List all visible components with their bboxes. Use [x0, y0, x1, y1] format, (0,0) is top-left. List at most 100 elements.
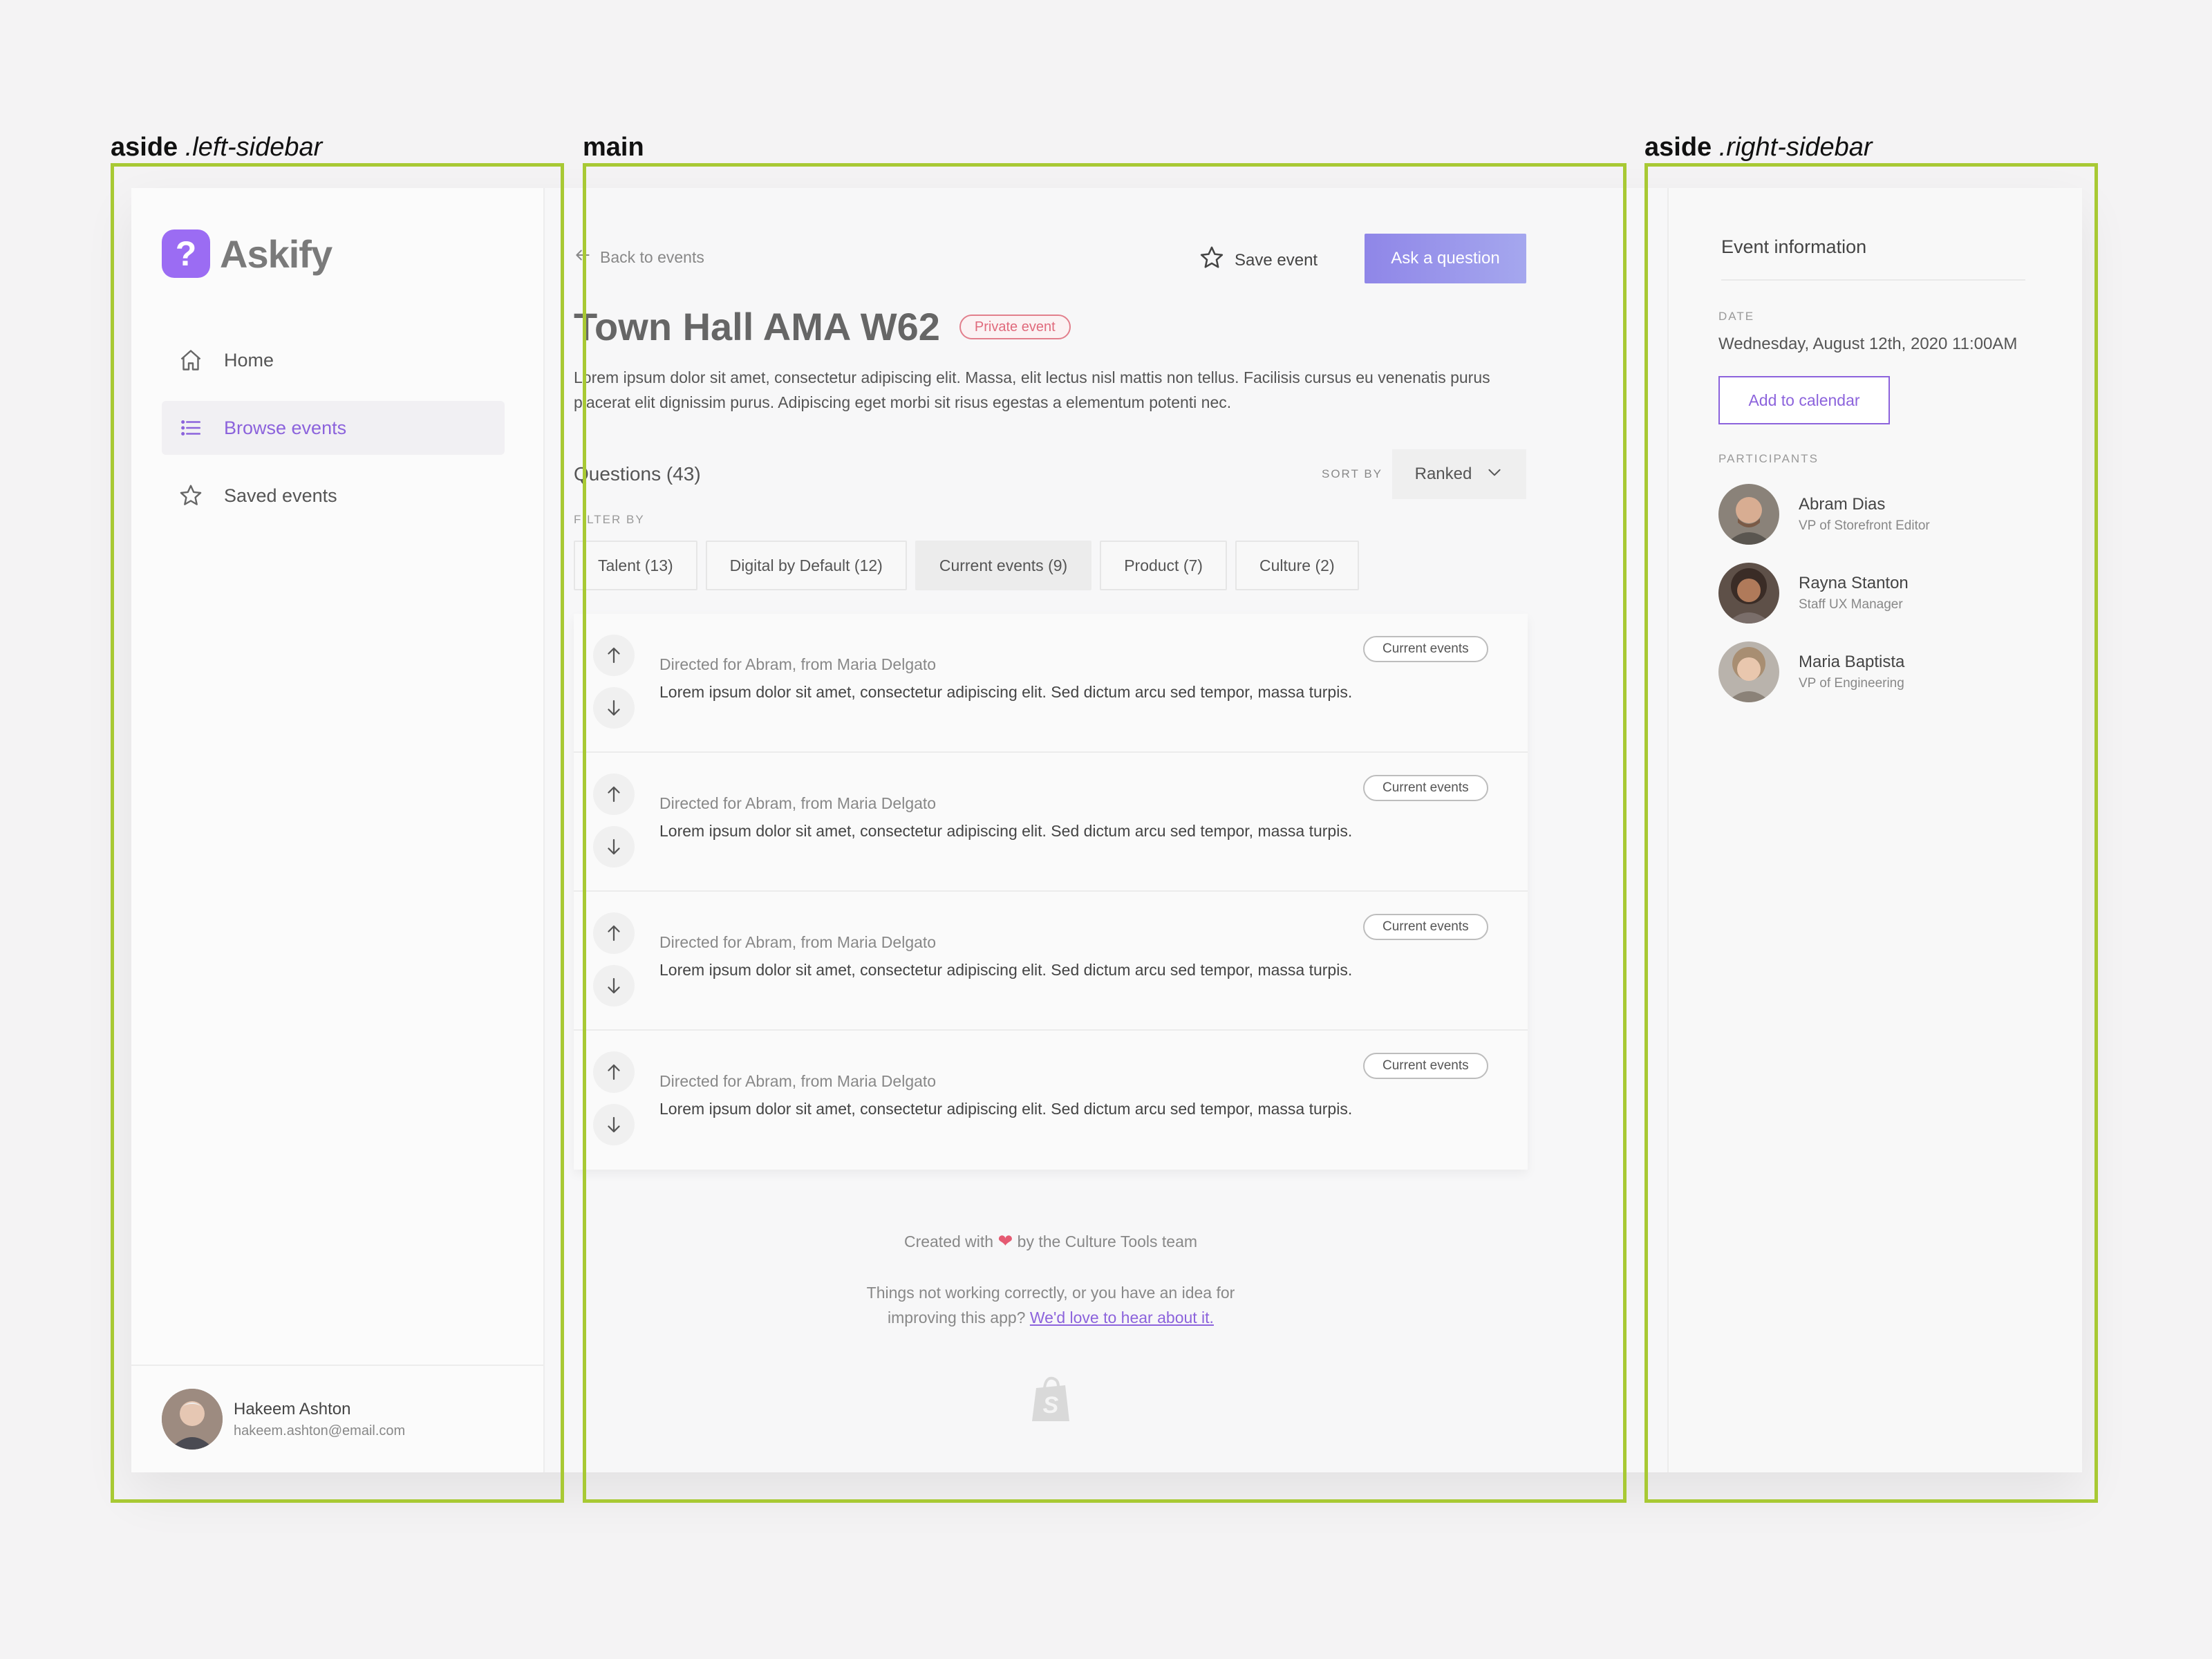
- arrow-down-icon: [608, 700, 620, 716]
- question-meta: Directed for Abram, from Maria Delgato: [659, 655, 937, 673]
- question-item: Directed for Abram, from Maria Delgato L…: [574, 614, 1528, 753]
- footer-credit-pre: Created with: [903, 1232, 994, 1250]
- sidebar-item-label: Saved events: [224, 485, 337, 506]
- sidebar-item-label: Browse events: [224, 417, 347, 438]
- downvote-button[interactable]: [593, 826, 635, 868]
- arrow-up-icon: [608, 925, 620, 941]
- divider: [1721, 279, 2025, 281]
- sort-select[interactable]: Ranked: [1392, 449, 1526, 499]
- participant-role: VP of Storefront Editor: [1799, 518, 1930, 533]
- questions-list: Directed for Abram, from Maria Delgato L…: [574, 614, 1528, 1170]
- question-text: Lorem ipsum dolor sit amet, consectetur …: [659, 683, 1353, 701]
- annotation-label-main: main: [583, 133, 644, 162]
- page-title: Town Hall AMA W62: [574, 305, 940, 348]
- filter-label: FILTER BY: [574, 513, 645, 526]
- add-to-calendar-button[interactable]: Add to calendar: [1718, 376, 1890, 424]
- question-meta: Directed for Abram, from Maria Delgato: [659, 1072, 937, 1090]
- arrow-left-icon: [574, 246, 592, 268]
- topbar: Back to events Save event Ask a question: [574, 234, 1528, 283]
- avatar: [1718, 641, 1779, 702]
- participant-item: Maria Baptista VP of Engineering: [1718, 641, 1904, 702]
- avatar: [162, 1389, 223, 1450]
- home-icon: [177, 346, 205, 374]
- arrow-down-icon: [608, 838, 620, 855]
- list-icon: [177, 414, 205, 442]
- arrow-up-icon: [608, 1064, 620, 1080]
- back-label: Back to events: [600, 247, 704, 266]
- heart-icon: ❤: [997, 1230, 1013, 1251]
- annotation-label-left-sidebar: aside .left-sidebar: [111, 133, 323, 162]
- svg-text:S: S: [1043, 1392, 1059, 1418]
- participant-name: Maria Baptista: [1799, 653, 1905, 671]
- sort-value: Ranked: [1414, 465, 1472, 483]
- sidebar-item-saved-events[interactable]: Saved events: [162, 469, 505, 523]
- chevron-down-icon: [1485, 463, 1503, 486]
- questions-count: Questions (43): [574, 463, 701, 485]
- filter-chip-digital-by-default[interactable]: Digital by Default (12): [705, 541, 907, 590]
- save-event-button[interactable]: Save event: [1199, 245, 1318, 276]
- question-tag[interactable]: Current events: [1363, 636, 1488, 662]
- avatar: [1718, 563, 1779, 624]
- participant-name: Abram Dias: [1799, 495, 1886, 514]
- main-content: Back to events Save event Ask a question…: [574, 188, 1590, 1472]
- filter-chip-culture[interactable]: Culture (2): [1235, 541, 1359, 590]
- sidebar-nav: Home Browse events Saved events: [162, 333, 505, 536]
- question-text: Lorem ipsum dolor sit amet, consectetur …: [659, 822, 1353, 840]
- footer-feedback: Things not working correctly, or you hav…: [574, 1280, 1528, 1330]
- right-sidebar: Event information DATE Wednesday, August…: [1667, 188, 2082, 1472]
- question-text: Lorem ipsum dolor sit amet, consectetur …: [659, 961, 1353, 979]
- upvote-button[interactable]: [593, 912, 635, 954]
- save-event-label: Save event: [1235, 250, 1318, 270]
- participant-item: Rayna Stanton Staff UX Manager: [1718, 563, 1909, 624]
- filter-chips: Talent (13) Digital by Default (12) Curr…: [574, 541, 1367, 590]
- brand-mark-icon: ?: [162, 229, 210, 278]
- sidebar-item-home[interactable]: Home: [162, 333, 505, 387]
- question-tag[interactable]: Current events: [1363, 1053, 1488, 1079]
- user-card[interactable]: Hakeem Ashton hakeem.ashton@email.com: [131, 1365, 543, 1472]
- downvote-button[interactable]: [593, 687, 635, 729]
- sidebar-item-label: Home: [224, 349, 274, 371]
- question-item: Directed for Abram, from Maria Delgato L…: [574, 1031, 1528, 1170]
- question-item: Directed for Abram, from Maria Delgato L…: [574, 892, 1528, 1031]
- upvote-button[interactable]: [593, 635, 635, 676]
- question-meta: Directed for Abram, from Maria Delgato: [659, 933, 937, 951]
- participant-role: Staff UX Manager: [1799, 597, 1903, 612]
- arrow-up-icon: [608, 786, 620, 803]
- question-meta: Directed for Abram, from Maria Delgato: [659, 794, 937, 812]
- brand-name: Askify: [220, 232, 332, 276]
- sidebar-item-browse-events[interactable]: Browse events: [162, 401, 505, 455]
- user-email: hakeem.ashton@email.com: [234, 1423, 406, 1438]
- app-window: ? Askify Home Browse events Saved events…: [131, 188, 2082, 1472]
- question-text: Lorem ipsum dolor sit amet, consectetur …: [659, 1100, 1353, 1118]
- downvote-button[interactable]: [593, 965, 635, 1006]
- arrow-down-icon: [608, 1116, 620, 1133]
- question-tag[interactable]: Current events: [1363, 914, 1488, 940]
- participants-label: PARTICIPANTS: [1718, 452, 1819, 465]
- user-name: Hakeem Ashton: [234, 1399, 351, 1418]
- question-item: Directed for Abram, from Maria Delgato L…: [574, 753, 1528, 892]
- filter-chip-product[interactable]: Product (7): [1100, 541, 1227, 590]
- filter-chip-current-events[interactable]: Current events (9): [915, 541, 1092, 590]
- filter-chip-talent[interactable]: Talent (13): [574, 541, 697, 590]
- event-description: Lorem ipsum dolor sit amet, consectetur …: [574, 368, 1490, 411]
- back-to-events-link[interactable]: Back to events: [574, 246, 704, 268]
- feedback-link[interactable]: We'd love to hear about it.: [1030, 1309, 1214, 1327]
- event-information-title: Event information: [1721, 236, 1867, 257]
- brand-logo[interactable]: ? Askify: [162, 229, 332, 278]
- footer-credit-post: by the Culture Tools team: [1017, 1232, 1198, 1250]
- question-tag[interactable]: Current events: [1363, 775, 1488, 801]
- footer-credit: Created with ❤ by the Culture Tools team: [574, 1230, 1528, 1252]
- arrow-down-icon: [608, 977, 620, 994]
- downvote-button[interactable]: [593, 1104, 635, 1145]
- participant-name: Rayna Stanton: [1799, 574, 1909, 592]
- event-date: Wednesday, August 12th, 2020 11:00AM: [1718, 335, 2018, 353]
- participant-item: Abram Dias VP of Storefront Editor: [1718, 484, 1930, 545]
- upvote-button[interactable]: [593, 1051, 635, 1093]
- star-icon: [177, 482, 205, 509]
- upvote-button[interactable]: [593, 774, 635, 815]
- footer-feedback-line1: Things not working correctly, or you hav…: [866, 1284, 1235, 1302]
- date-label: DATE: [1718, 310, 1755, 323]
- footer-feedback-line2: improving this app?: [888, 1309, 1026, 1327]
- ask-question-button[interactable]: Ask a question: [1365, 234, 1526, 283]
- sort-label: SORT BY: [1322, 467, 1383, 480]
